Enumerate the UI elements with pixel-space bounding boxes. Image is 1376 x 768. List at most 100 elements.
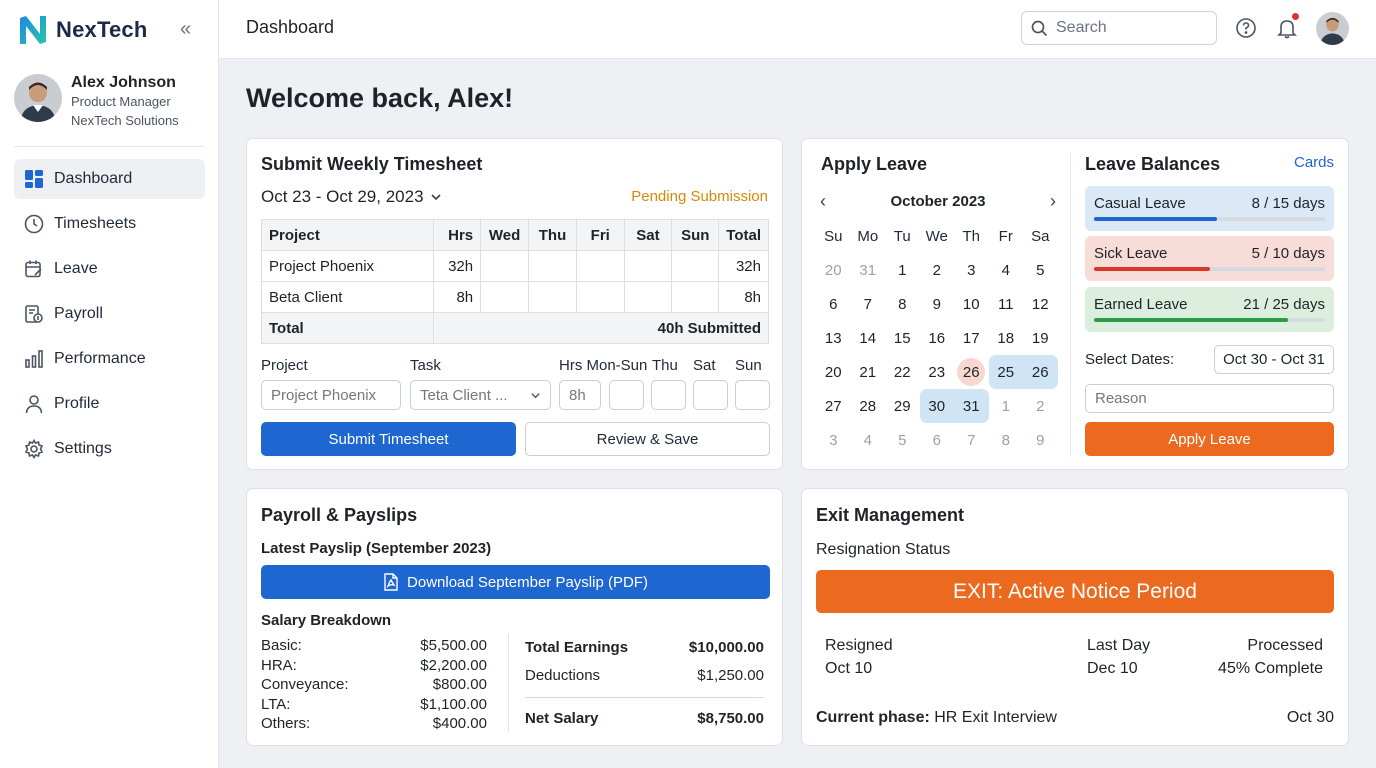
thu-field[interactable] [651, 380, 686, 410]
project-field[interactable]: Project Phoenix [261, 380, 401, 410]
calendar-day[interactable]: 7 [851, 287, 886, 321]
sidebar-nav: Dashboard Timesheets Leave Payroll Perfo… [14, 159, 205, 474]
review-save-button[interactable]: Review & Save [525, 422, 770, 456]
help-icon[interactable] [1235, 17, 1257, 39]
sun-field[interactable] [735, 380, 770, 410]
apply-leave-button[interactable]: Apply Leave [1085, 422, 1334, 456]
week-selector[interactable]: Oct 23 - Oct 29, 2023 [261, 187, 442, 207]
calendar-day[interactable]: 22 [885, 355, 920, 389]
phase-label: Current phase: [816, 709, 930, 726]
calendar-day[interactable]: 20 [816, 253, 851, 287]
hrs-cell[interactable]: 8h [433, 281, 482, 313]
table-row[interactable]: Project Phoenix 32h 32h [260, 250, 769, 282]
sun-cell[interactable] [671, 250, 720, 282]
submit-timesheet-button[interactable]: Submit Timesheet [261, 422, 516, 456]
calendar-day[interactable]: 26 [954, 355, 989, 389]
bell-icon[interactable] [1276, 17, 1298, 39]
calendar-day[interactable]: 7 [954, 423, 989, 457]
calendar-day[interactable]: 17 [954, 321, 989, 355]
avatar[interactable] [1316, 12, 1349, 45]
calendar-day[interactable]: 27 [816, 389, 851, 423]
calendar-day[interactable]: 16 [920, 321, 955, 355]
sidebar-item-performance[interactable]: Performance [14, 339, 205, 379]
calendar-day-number: 21 [859, 363, 877, 381]
calendar-day[interactable]: 2 [1023, 389, 1058, 423]
chevron-right-icon[interactable]: › [1050, 191, 1056, 212]
balance-card-casual[interactable]: Casual Leave 8 / 15 days [1085, 186, 1334, 231]
balance-card-sick[interactable]: Sick Leave 5 / 10 days [1085, 236, 1334, 281]
divider [525, 697, 764, 698]
calendar-day[interactable]: 1 [885, 253, 920, 287]
dates-field[interactable]: Oct 30 - Oct 31 [1214, 345, 1334, 374]
calendar-day[interactable]: 3 [816, 423, 851, 457]
phase-value: HR Exit Interview [934, 709, 1057, 726]
balance-card-earned[interactable]: Earned Leave 21 / 25 days [1085, 287, 1334, 332]
calendar-day[interactable]: 4 [851, 423, 886, 457]
sat-cell[interactable] [623, 250, 673, 282]
calendar-day[interactable]: 11 [989, 287, 1024, 321]
thu-cell[interactable] [528, 250, 577, 282]
collapse-sidebar-icon[interactable]: « [180, 18, 191, 41]
calendar-day[interactable]: 21 [851, 355, 886, 389]
calendar-day[interactable]: 15 [885, 321, 920, 355]
user-profile[interactable]: Alex Johnson Product Manager NexTech Sol… [14, 74, 179, 130]
calendar-day[interactable]: 20 [816, 355, 851, 389]
sidebar-item-timesheets[interactable]: Timesheets [14, 204, 205, 244]
calendar-day[interactable]: 31 [851, 253, 886, 287]
search-box[interactable] [1021, 11, 1217, 45]
sidebar-item-profile[interactable]: Profile [14, 384, 205, 424]
task-select[interactable]: Teta Client ... [410, 380, 551, 410]
calendar-day[interactable]: 25 [988, 355, 1023, 389]
fri-cell[interactable] [575, 250, 625, 282]
sidebar-item-dashboard[interactable]: Dashboard [14, 159, 205, 199]
calendar-day[interactable]: 2 [920, 253, 955, 287]
calendar-day-number: 26 [957, 358, 986, 386]
sun-cell[interactable] [671, 281, 720, 313]
calendar-day[interactable]: 19 [1023, 321, 1058, 355]
calendar-day[interactable]: 18 [989, 321, 1024, 355]
calendar-day[interactable]: 3 [954, 253, 989, 287]
calendar-day[interactable]: 6 [920, 423, 955, 457]
calendar-day[interactable]: 8 [989, 423, 1024, 457]
hrs-cell[interactable]: 32h [433, 250, 482, 282]
calendar-day[interactable]: 1 [989, 389, 1024, 423]
hrs-field[interactable]: 8h [559, 380, 601, 410]
brand[interactable]: NexTech [18, 14, 147, 46]
calendar-day[interactable]: 28 [851, 389, 886, 423]
reason-input[interactable] [1085, 384, 1334, 413]
download-payslip-button[interactable]: Download September Payslip (PDF) [261, 565, 770, 599]
calendar-day[interactable]: 13 [816, 321, 851, 355]
thu-cell[interactable] [528, 281, 577, 313]
sat-field[interactable] [693, 380, 728, 410]
sidebar-item-leave[interactable]: Leave [14, 249, 205, 289]
table-row[interactable]: Beta Client 8h 8h [260, 281, 769, 313]
sidebar-item-payroll[interactable]: Payroll [14, 294, 205, 334]
cards-link[interactable]: Cards [1294, 154, 1334, 171]
calendar-day[interactable]: 14 [851, 321, 886, 355]
calendar-day[interactable]: 8 [885, 287, 920, 321]
calendar-day[interactable]: 31 [954, 389, 989, 423]
calendar-day[interactable]: 29 [885, 389, 920, 423]
sat-cell[interactable] [623, 281, 673, 313]
calendar-day[interactable]: 9 [1023, 423, 1058, 457]
calendar-day[interactable]: 6 [816, 287, 851, 321]
sidebar-item-settings[interactable]: Settings [14, 429, 205, 469]
calendar-day[interactable]: 5 [1023, 253, 1058, 287]
calendar-day[interactable]: 10 [954, 287, 989, 321]
wed-cell[interactable] [480, 281, 530, 313]
fri-cell[interactable] [575, 281, 625, 313]
calendar-day-number: 20 [824, 261, 842, 279]
wed-cell[interactable] [480, 250, 530, 282]
calendar-day[interactable]: 12 [1023, 287, 1058, 321]
day-field[interactable] [609, 380, 644, 410]
calendar-day[interactable]: 9 [920, 287, 955, 321]
search-input[interactable] [1056, 19, 1206, 37]
calendar-day[interactable]: 26 [1023, 355, 1058, 389]
calendar-day[interactable]: 23 [920, 355, 955, 389]
calendar-day[interactable]: 30 [919, 389, 954, 423]
calendar-day[interactable]: 5 [885, 423, 920, 457]
sidebar: NexTech « Alex Johnson Product Manager N… [0, 0, 219, 768]
chevron-left-icon[interactable]: ‹ [820, 191, 826, 212]
list-item: Basic: $5,500.00 [261, 636, 487, 656]
calendar-day[interactable]: 4 [989, 253, 1024, 287]
